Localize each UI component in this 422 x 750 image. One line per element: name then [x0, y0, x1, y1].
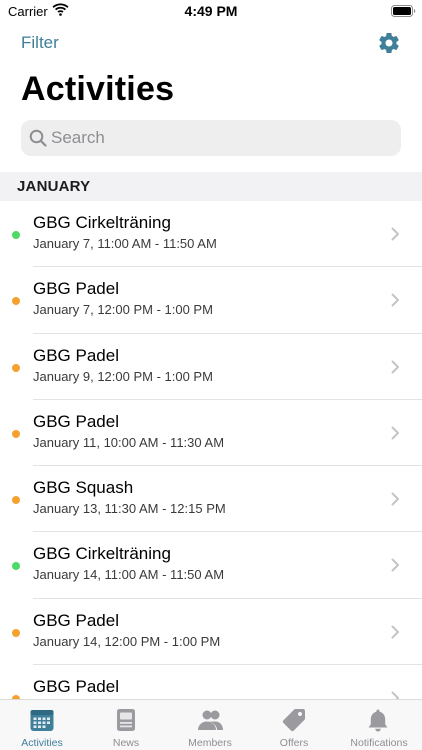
members-icon [198, 710, 223, 730]
status-dot [12, 429, 20, 438]
page-title: Activities [21, 70, 175, 108]
activity-row[interactable]: GBG Cirkelträning January 7, 11:00 AM - … [0, 201, 422, 268]
tab-label: Members [188, 737, 232, 749]
tab-label: Activities [21, 737, 63, 749]
tab-bar: Activities News Members Offers Notificat… [0, 699, 422, 750]
activity-title: GBG Squash [33, 478, 134, 498]
activity-row[interactable]: GBG Padel January 11, 10:00 AM - 11:30 A… [0, 400, 422, 467]
activity-time: January 9, 12:00 PM - 1:00 PM [33, 368, 213, 384]
status-dot [12, 496, 20, 505]
activity-list: GBG Cirkelträning January 7, 11:00 AM - … [0, 201, 422, 731]
activity-title: GBG Padel [33, 279, 119, 299]
activity-time: January 7, 11:00 AM - 11:50 AM [33, 236, 217, 251]
chevron-right-icon [391, 227, 399, 241]
activity-title: GBG Padel [33, 610, 119, 630]
search-bar[interactable] [21, 120, 401, 156]
chevron-right-icon [391, 426, 399, 440]
status-dot [12, 297, 20, 306]
tab-activities[interactable]: Activities [0, 700, 84, 750]
tab-members[interactable]: Members [168, 700, 252, 750]
clock: 4:49 PM [184, 3, 238, 19]
tab-offers[interactable]: Offers [252, 700, 336, 750]
filter-button[interactable]: Filter [21, 33, 59, 53]
activity-row[interactable]: GBG Padel January 14, 12:00 PM - 1:00 PM [0, 599, 422, 666]
status-dot [12, 231, 20, 239]
tag-icon [282, 709, 305, 732]
chevron-right-icon [391, 625, 399, 639]
activity-time: January 14, 11:00 AM - 11:50 AM [33, 567, 225, 583]
section-header-label: JANUARY [17, 178, 91, 195]
newspaper-icon [117, 709, 135, 731]
activity-time: January 13, 11:30 AM - 12:15 PM [33, 501, 226, 517]
activity-title: GBG Padel [33, 677, 119, 697]
calendar-icon [30, 710, 54, 731]
status-dot [12, 628, 20, 637]
activity-time: January 11, 10:00 AM - 11:30 AM [33, 434, 225, 450]
search-input[interactable] [51, 120, 391, 156]
tab-label: Offers [279, 737, 309, 749]
chevron-right-icon [391, 492, 399, 506]
section-header: JANUARY [0, 172, 422, 201]
activity-row[interactable]: GBG Padel January 9, 12:00 PM - 1:00 PM [0, 334, 422, 400]
tab-news[interactable]: News [84, 700, 168, 750]
activity-title: GBG Padel [33, 411, 119, 431]
status-bar: Carrier 4:49 PM [0, 0, 422, 24]
gear-icon[interactable] [377, 31, 401, 55]
activity-time: January 7, 12:00 PM - 1:00 PM [33, 302, 213, 318]
battery-icon [391, 5, 416, 17]
activity-title: GBG Cirkelträning [33, 213, 171, 232]
tab-label: News [112, 737, 140, 749]
activities-screen: Carrier 4:49 PM Filter Activities JANUAR… [0, 0, 422, 750]
bell-icon [368, 709, 388, 732]
activity-row[interactable]: GBG Padel January 7, 12:00 PM - 1:00 PM [0, 267, 422, 334]
status-dot [12, 562, 20, 571]
activity-title: GBG Padel [33, 345, 119, 365]
chevron-right-icon [391, 360, 399, 374]
activity-row[interactable]: GBG Cirkelträning January 14, 11:00 AM -… [0, 532, 422, 599]
status-dot [12, 363, 20, 372]
activity-time: January 14, 12:00 PM - 1:00 PM [33, 633, 221, 649]
search-icon [29, 129, 47, 147]
activity-row[interactable]: GBG Squash January 13, 11:30 AM - 12:15 … [0, 466, 422, 533]
activity-title: GBG Cirkelträning [33, 544, 171, 564]
chevron-right-icon [391, 558, 399, 572]
tab-notifications[interactable]: Notifications [336, 700, 422, 750]
chevron-right-icon [391, 293, 399, 307]
tab-label: Notifications [350, 737, 408, 749]
